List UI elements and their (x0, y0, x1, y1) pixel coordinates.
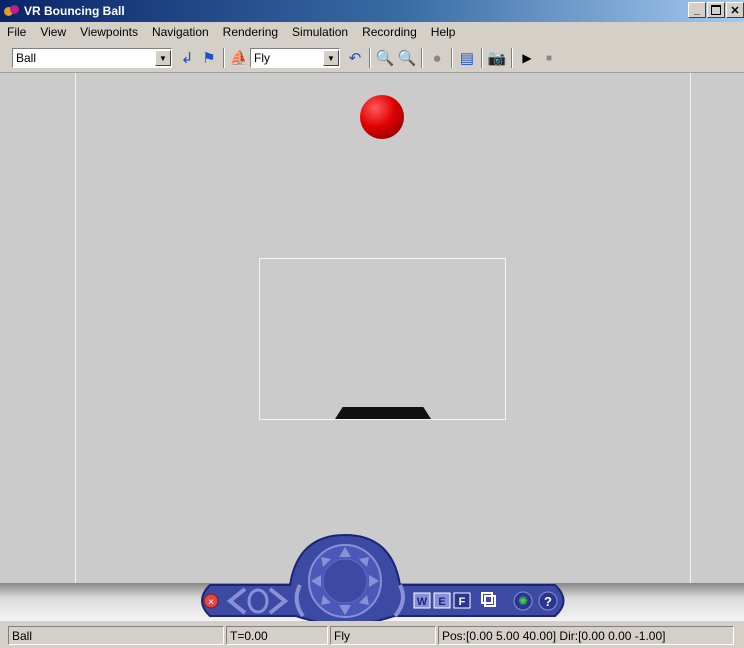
menu-file[interactable]: File (0, 25, 33, 39)
close-icon: ✕ (730, 4, 740, 17)
undo-move-icon[interactable]: ↶ (344, 47, 366, 69)
paddle (335, 407, 431, 419)
3d-viewport[interactable]: × W E F ✺ ? (0, 73, 744, 621)
zoom-out-icon[interactable]: 🔍 (396, 47, 418, 69)
direction-pad-center[interactable] (322, 558, 368, 604)
status-position: Pos:[0.00 5.00 40.00] Dir:[0.00 0.00 -1.… (438, 626, 734, 645)
status-time: T=0.00 (226, 626, 328, 645)
menu-help[interactable]: Help (424, 25, 463, 39)
chevron-down-icon[interactable]: ▼ (323, 50, 339, 66)
toolbar-separator (369, 48, 371, 68)
fly-mode-button[interactable]: F (453, 592, 471, 609)
headlight-icon: ✺ (518, 594, 528, 608)
toolbar: Ball ▼ ↲ ⚑ ⛵ Fly ▼ ↶ 🔍 🔍 ● ▤ 📷 ▶ ■ (0, 44, 744, 73)
menu-navigation[interactable]: Navigation (145, 25, 216, 39)
red-ball (360, 95, 404, 139)
scene-box (259, 258, 506, 420)
toolbar-separator (511, 48, 513, 68)
close-icon: × (208, 597, 214, 608)
status-bar: Ball T=0.00 Fly Pos:[0.00 5.00 40.00] Di… (0, 623, 744, 648)
title-bar: VR Bouncing Ball _ ✕ (0, 0, 744, 22)
navigation-mode-select[interactable]: Fly ▼ (250, 48, 340, 68)
scene-wall-line-left (75, 73, 76, 585)
flag-icon[interactable]: ⚑ (198, 47, 220, 69)
menu-recording[interactable]: Recording (355, 25, 424, 39)
headlight-button[interactable]: ✺ (513, 591, 533, 611)
walk-mode-label: W (417, 596, 428, 608)
scene-wall-line-right (690, 73, 691, 585)
help-button[interactable]: ? (538, 591, 558, 611)
minimize-button[interactable]: _ (688, 2, 706, 18)
stop-icon[interactable]: ■ (538, 47, 560, 69)
toolbar-separator (481, 48, 483, 68)
viewpoint-select-value: Ball (16, 51, 37, 65)
toolbar-separator (223, 48, 225, 68)
viewpoint-select[interactable]: Ball ▼ (12, 48, 172, 68)
zoom-in-icon[interactable]: 🔍 (374, 47, 396, 69)
chevron-down-icon[interactable]: ▼ (155, 50, 171, 66)
examine-mode-label: E (438, 596, 445, 608)
toolbar-separator (451, 48, 453, 68)
navigation-mode-value: Fly (254, 51, 270, 65)
maximize-icon (711, 5, 721, 15)
status-viewpoint: Ball (8, 626, 224, 645)
menu-viewpoints[interactable]: Viewpoints (73, 25, 145, 39)
close-button[interactable]: ✕ (726, 2, 744, 18)
navigation-panel-body (201, 533, 565, 621)
app-logo-icon (4, 3, 20, 19)
maximize-button[interactable] (707, 2, 725, 18)
menu-simulation[interactable]: Simulation (285, 25, 355, 39)
examine-mode-button[interactable]: E (433, 592, 451, 609)
play-icon[interactable]: ▶ (516, 47, 538, 69)
window-title: VR Bouncing Ball (24, 4, 125, 18)
menu-bar: File View Viewpoints Navigation Renderin… (0, 22, 744, 42)
walk-mode-button[interactable]: W (413, 592, 431, 609)
minimize-icon: _ (693, 4, 701, 16)
camera-icon[interactable]: 📷 (486, 47, 508, 69)
toolbar-separator (421, 48, 423, 68)
close-panel-button[interactable]: × (203, 593, 219, 609)
straighten-up-icon[interactable]: ⛵ (228, 47, 250, 69)
menu-view[interactable]: View (33, 25, 73, 39)
return-to-viewpoint-icon[interactable]: ↲ (176, 47, 198, 69)
record-icon[interactable]: ● (426, 47, 448, 69)
menu-rendering[interactable]: Rendering (216, 25, 285, 39)
clipboard-icon[interactable]: ▤ (456, 47, 478, 69)
help-label: ? (544, 594, 552, 609)
fly-mode-label: F (459, 596, 466, 608)
status-mode: Fly (330, 626, 436, 645)
